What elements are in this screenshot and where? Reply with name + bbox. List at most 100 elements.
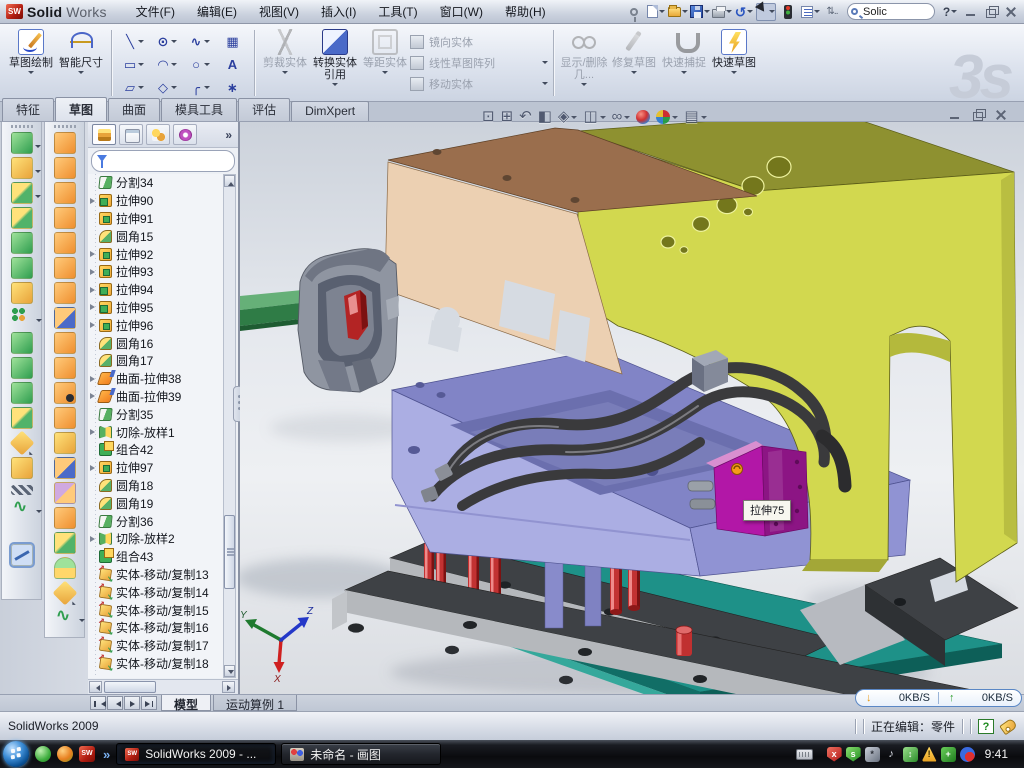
ribbon-big-button[interactable]: 草图绘制 bbox=[6, 28, 56, 77]
expand-arrow-icon[interactable] bbox=[90, 465, 99, 471]
tree-item[interactable]: 拉伸94 bbox=[88, 281, 224, 299]
open-button[interactable] bbox=[668, 3, 688, 21]
command-tab[interactable]: 模具工具 bbox=[161, 98, 237, 121]
surfaces-toolbar-button[interactable] bbox=[54, 257, 76, 279]
command-tab[interactable]: 评估 bbox=[238, 98, 290, 121]
ribbon-row-button[interactable]: 镜向实体 bbox=[410, 31, 548, 52]
next-tab-button[interactable] bbox=[124, 696, 140, 710]
rebuild-button[interactable] bbox=[778, 3, 798, 21]
tray-icon[interactable]: s bbox=[846, 747, 861, 762]
study-tab[interactable]: 运动算例 1 bbox=[213, 695, 297, 711]
sketch-entity-button[interactable]: A bbox=[216, 53, 249, 76]
study-tab[interactable]: 模型 bbox=[161, 695, 211, 711]
sketch-entity-button[interactable]: ▱ bbox=[117, 76, 150, 99]
surfaces-toolbar-button[interactable] bbox=[52, 581, 77, 606]
features-toolbar-button[interactable] bbox=[11, 157, 33, 179]
tree-item[interactable]: 实体-移动/复制15 bbox=[88, 601, 224, 619]
taskbar-window-button[interactable]: SW SolidWorks 2009 - ... bbox=[116, 743, 276, 765]
features-toolbar-button[interactable] bbox=[11, 457, 33, 479]
ribbon-big-button[interactable]: 快速捕捉 bbox=[659, 28, 709, 89]
sketch-entity-button[interactable]: ◇ bbox=[150, 76, 183, 99]
ribbon-row-button[interactable]: 移动实体 bbox=[410, 73, 548, 94]
tree-item[interactable]: 实体-移动/复制13 bbox=[88, 566, 224, 584]
surfaces-toolbar-button[interactable] bbox=[54, 232, 76, 254]
surfaces-toolbar-button[interactable] bbox=[54, 207, 76, 229]
quick-launch-overflow-icon[interactable]: » bbox=[103, 747, 110, 762]
tree-item[interactable]: 拉伸95 bbox=[88, 299, 224, 317]
tree-item[interactable]: 分割35 bbox=[88, 405, 224, 423]
features-toolbar-button[interactable] bbox=[11, 307, 33, 329]
tree-item[interactable]: 组合43 bbox=[88, 548, 224, 566]
ribbon-row-button[interactable]: 线性草图阵列 bbox=[410, 52, 548, 73]
close-button[interactable] bbox=[1002, 5, 1020, 19]
expand-arrow-icon[interactable] bbox=[90, 304, 99, 310]
tray-icon[interactable]: ↕ bbox=[903, 747, 918, 762]
sketch-entity-button[interactable]: ╭ bbox=[183, 76, 216, 99]
expand-arrow-icon[interactable] bbox=[90, 251, 99, 257]
surfaces-toolbar-button[interactable] bbox=[54, 282, 76, 304]
view-tool-button[interactable]: ∞ bbox=[612, 108, 631, 126]
restore-button[interactable] bbox=[982, 5, 1000, 19]
tree-item[interactable]: 曲面-拉伸39 bbox=[88, 388, 224, 406]
new-document-button[interactable] bbox=[646, 3, 666, 21]
features-toolbar-button[interactable] bbox=[11, 485, 33, 495]
tree-item[interactable]: 拉伸92 bbox=[88, 245, 224, 263]
help-button[interactable]: ? bbox=[940, 3, 960, 21]
scroll-up-button[interactable] bbox=[224, 175, 235, 187]
expand-arrow-icon[interactable] bbox=[90, 287, 99, 293]
sketch-entity-button[interactable]: ▦ bbox=[216, 30, 249, 53]
surfaces-toolbar-button[interactable] bbox=[54, 357, 76, 379]
menu-item[interactable]: 插入(I) bbox=[310, 0, 367, 24]
command-tab[interactable]: 特征 bbox=[2, 98, 54, 121]
manager-tab[interactable] bbox=[119, 124, 143, 145]
save-button[interactable] bbox=[690, 3, 710, 21]
view-tool-button[interactable]: ⊞ bbox=[501, 108, 514, 126]
last-tab-button[interactable] bbox=[141, 696, 157, 710]
features-toolbar-button[interactable] bbox=[11, 132, 33, 154]
ribbon-big-button[interactable]: 转换实体引用 bbox=[310, 28, 360, 89]
quick-tips-button[interactable]: ? bbox=[978, 719, 994, 734]
surfaces-toolbar-button[interactable] bbox=[54, 607, 76, 629]
surfaces-toolbar-button[interactable] bbox=[54, 457, 76, 479]
features-toolbar-button[interactable] bbox=[11, 182, 33, 204]
scrollbar-thumb[interactable] bbox=[224, 515, 235, 589]
tree-vertical-scrollbar[interactable] bbox=[223, 174, 236, 678]
previous-tab-button[interactable] bbox=[107, 696, 123, 710]
tree-item[interactable]: 拉伸91 bbox=[88, 210, 224, 228]
surfaces-toolbar-button[interactable] bbox=[54, 332, 76, 354]
undo-button[interactable]: ↺ bbox=[734, 3, 754, 21]
command-tab[interactable]: 草图 bbox=[55, 97, 107, 121]
features-toolbar-button[interactable] bbox=[11, 207, 33, 229]
surfaces-toolbar-button[interactable] bbox=[54, 557, 76, 579]
manager-tab[interactable] bbox=[146, 124, 170, 145]
menu-item[interactable]: 编辑(E) bbox=[186, 0, 248, 24]
doc-close-button[interactable] bbox=[992, 108, 1010, 122]
tree-item[interactable]: 分割34 bbox=[88, 174, 224, 192]
doc-minimize-button[interactable] bbox=[946, 108, 964, 122]
tree-item[interactable]: 圆角17 bbox=[88, 352, 224, 370]
start-button[interactable] bbox=[3, 741, 29, 767]
tree-item[interactable]: 分割36 bbox=[88, 512, 224, 530]
tray-icon[interactable] bbox=[960, 747, 975, 762]
manager-tab[interactable] bbox=[92, 124, 116, 145]
select-tool-button[interactable] bbox=[756, 3, 776, 21]
sketch-entity-button[interactable]: ○ bbox=[183, 53, 216, 76]
menu-item[interactable]: 窗口(W) bbox=[429, 0, 494, 24]
view-tool-button[interactable]: ◧ bbox=[538, 108, 552, 126]
surfaces-toolbar-button[interactable] bbox=[54, 132, 76, 154]
tree-item[interactable]: 圆角15 bbox=[88, 227, 224, 245]
tree-horizontal-scrollbar[interactable] bbox=[88, 679, 238, 694]
quick-launch-icon[interactable] bbox=[35, 746, 51, 762]
surfaces-toolbar-button[interactable] bbox=[54, 532, 76, 554]
sketch-entity-button[interactable]: ∗ bbox=[216, 76, 249, 99]
menu-item[interactable]: 视图(V) bbox=[248, 0, 310, 24]
tray-icon[interactable]: ♪ bbox=[884, 747, 899, 762]
expand-arrow-icon[interactable] bbox=[90, 429, 99, 435]
view-tool-button[interactable]: ⊡ bbox=[482, 108, 495, 126]
tree-item[interactable]: 曲面-拉伸38 bbox=[88, 370, 224, 388]
sketch-entity-button[interactable]: ▭ bbox=[117, 53, 150, 76]
tree-item[interactable]: 圆角18 bbox=[88, 477, 224, 495]
graphics-viewport[interactable]: X Y Z 拉伸75 bbox=[240, 122, 1024, 694]
core-piece[interactable] bbox=[298, 249, 399, 392]
tray-icon[interactable]: ! bbox=[922, 747, 937, 762]
